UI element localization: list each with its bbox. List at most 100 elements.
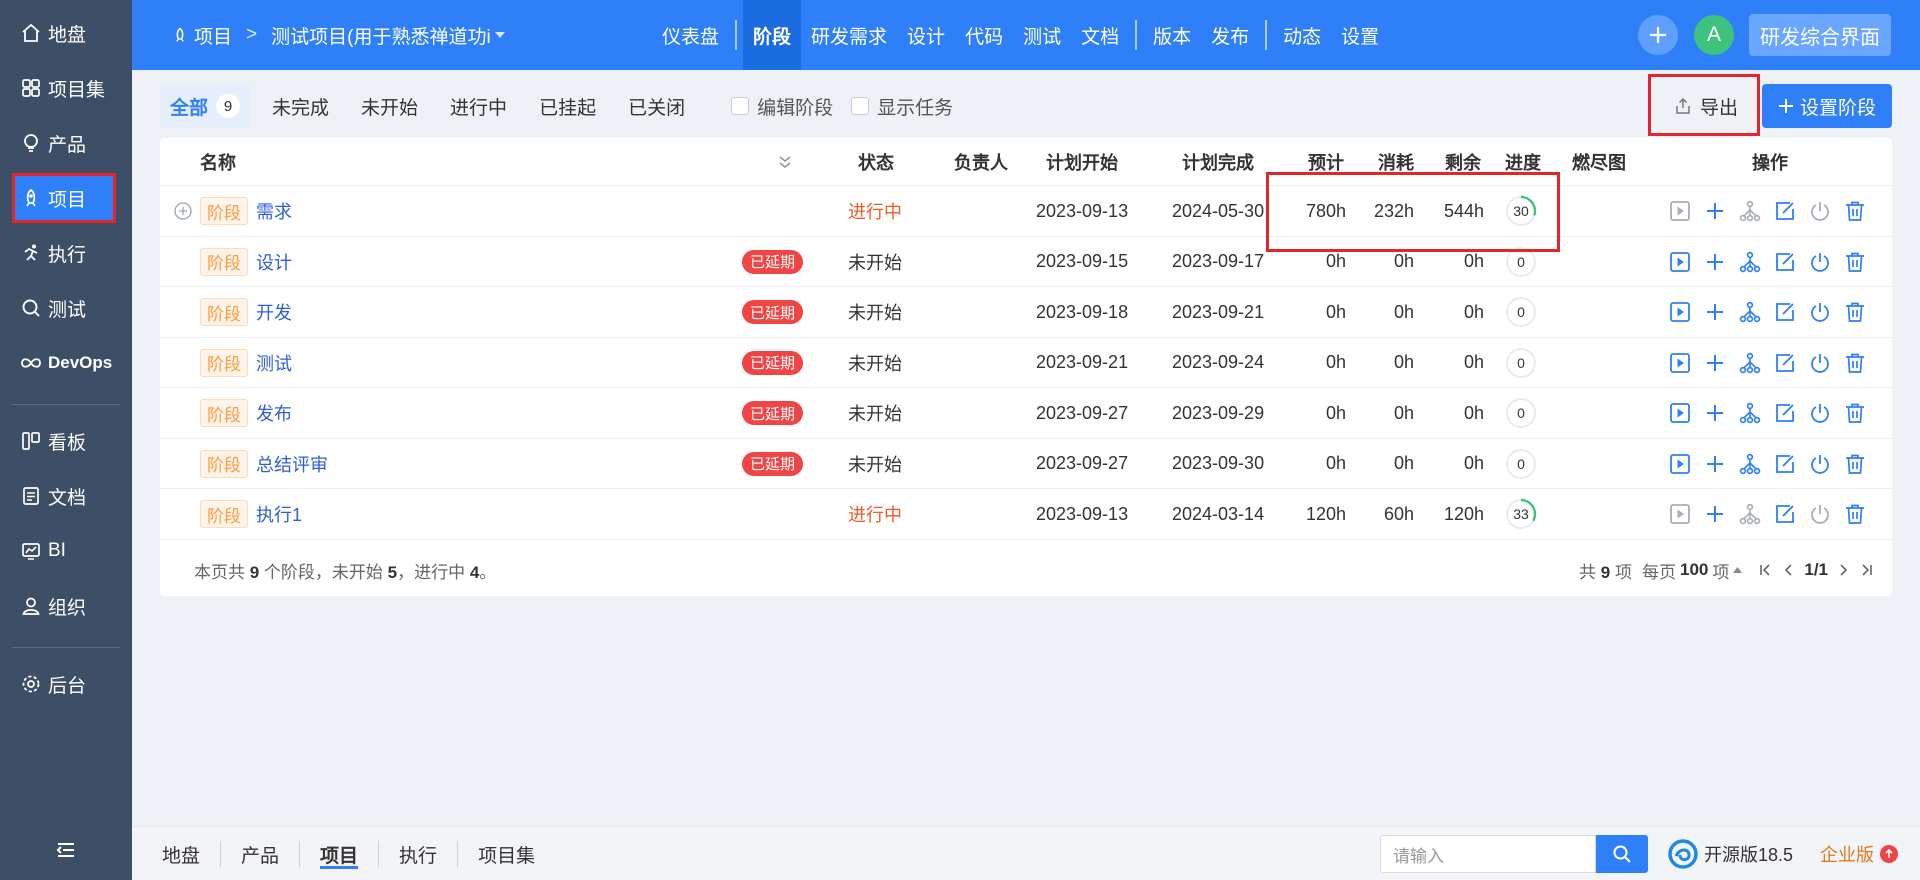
power-icon[interactable] xyxy=(1808,502,1832,526)
switch-view-button[interactable]: 研发综合界面 xyxy=(1749,14,1891,56)
col-status[interactable]: 状态 xyxy=(858,138,894,186)
delete-icon[interactable] xyxy=(1843,401,1867,425)
plus-icon[interactable] xyxy=(1703,502,1727,526)
edit-icon[interactable] xyxy=(1773,502,1797,526)
nav-test[interactable]: 测试 xyxy=(1013,0,1071,70)
start-icon[interactable] xyxy=(1668,300,1692,324)
last-page-icon[interactable] xyxy=(1860,563,1874,577)
sidebar-item-dashboard[interactable]: 地盘 xyxy=(12,10,116,56)
plus-icon[interactable] xyxy=(1703,401,1727,425)
nav-release[interactable]: 发布 xyxy=(1201,0,1259,70)
nav-dashboard[interactable]: 仪表盘 xyxy=(652,0,729,70)
delete-icon[interactable] xyxy=(1843,250,1867,274)
edit-icon[interactable] xyxy=(1773,199,1797,223)
power-icon[interactable] xyxy=(1808,401,1832,425)
edit-icon[interactable] xyxy=(1773,452,1797,476)
collapse-menu-icon[interactable] xyxy=(54,838,78,862)
nav-settings[interactable]: 设置 xyxy=(1331,0,1389,70)
nav-requirements[interactable]: 研发需求 xyxy=(801,0,897,70)
edit-stage-checkbox[interactable]: 编辑阶段 xyxy=(731,93,833,120)
sidebar-item-bi[interactable]: BI xyxy=(12,528,116,574)
edit-icon[interactable] xyxy=(1773,401,1797,425)
nav-doc[interactable]: 文档 xyxy=(1071,0,1129,70)
search-input[interactable]: 请输入 xyxy=(1380,835,1596,873)
col-name[interactable]: 名称 xyxy=(200,138,236,186)
col-plan-end[interactable]: 计划完成 xyxy=(1182,138,1254,186)
edit-icon[interactable] xyxy=(1773,351,1797,375)
upgrade-edition-link[interactable]: 企业版 xyxy=(1820,827,1898,880)
col-consumed[interactable]: 消耗 xyxy=(1378,138,1414,186)
plus-icon[interactable] xyxy=(1703,199,1727,223)
nav-dynamic[interactable]: 动态 xyxy=(1273,0,1331,70)
sidebar-item-devops[interactable]: DevOps xyxy=(12,340,116,386)
split-icon[interactable] xyxy=(1738,300,1762,324)
col-owner[interactable]: 负责人 xyxy=(954,138,1008,186)
sidebar-item-doc[interactable]: 文档 xyxy=(12,473,116,519)
split-icon[interactable] xyxy=(1738,351,1762,375)
quick-nav-execution[interactable]: 执行 xyxy=(379,827,457,880)
next-page-icon[interactable] xyxy=(1838,563,1850,577)
start-icon[interactable] xyxy=(1668,250,1692,274)
start-icon[interactable] xyxy=(1668,452,1692,476)
checkbox-box[interactable] xyxy=(851,97,870,115)
stage-name-link[interactable]: 需求 xyxy=(256,198,292,224)
create-button[interactable] xyxy=(1638,15,1678,55)
edit-icon[interactable] xyxy=(1773,300,1797,324)
split-icon[interactable] xyxy=(1738,502,1762,526)
quick-nav-project[interactable]: 项目 xyxy=(300,827,378,880)
stage-name-link[interactable]: 设计 xyxy=(256,249,292,275)
sidebar-item-org[interactable]: 组织 xyxy=(12,583,116,629)
sidebar-item-admin[interactable]: 后台 xyxy=(12,661,116,707)
col-progress[interactable]: 进度 xyxy=(1505,138,1541,186)
start-icon[interactable] xyxy=(1668,502,1692,526)
power-icon[interactable] xyxy=(1808,351,1832,375)
quick-nav-product[interactable]: 产品 xyxy=(221,827,299,880)
sidebar-item-project[interactable]: 项目 xyxy=(12,175,116,221)
quick-nav-program[interactable]: 项目集 xyxy=(458,827,555,880)
filter-tab-all[interactable]: 全部 9 xyxy=(160,84,251,128)
sidebar-item-test[interactable]: 测试 xyxy=(12,285,116,331)
breadcrumb-project-link[interactable]: 项目 xyxy=(194,22,232,49)
set-stage-button[interactable]: 设置阶段 xyxy=(1762,84,1892,128)
plus-icon[interactable] xyxy=(1703,300,1727,324)
quick-nav-dashboard[interactable]: 地盘 xyxy=(142,827,220,880)
plus-icon[interactable] xyxy=(1703,452,1727,476)
power-icon[interactable] xyxy=(1808,250,1832,274)
checkbox-box[interactable] xyxy=(731,97,750,115)
sidebar-item-kanban[interactable]: 看板 xyxy=(12,418,116,464)
delete-icon[interactable] xyxy=(1843,351,1867,375)
edit-icon[interactable] xyxy=(1773,250,1797,274)
nav-design[interactable]: 设计 xyxy=(897,0,955,70)
filter-tab-suspended[interactable]: 已挂起 xyxy=(529,84,606,128)
delete-icon[interactable] xyxy=(1843,502,1867,526)
stage-name-link[interactable]: 开发 xyxy=(256,299,292,325)
version-info[interactable]: 开源版18.5 xyxy=(1668,827,1793,880)
split-icon[interactable] xyxy=(1738,199,1762,223)
split-icon[interactable] xyxy=(1738,250,1762,274)
delete-icon[interactable] xyxy=(1843,199,1867,223)
filter-tab-undone[interactable]: 未完成 xyxy=(262,84,339,128)
nav-build[interactable]: 版本 xyxy=(1143,0,1201,70)
prev-page-icon[interactable] xyxy=(1782,563,1794,577)
show-task-checkbox[interactable]: 显示任务 xyxy=(851,93,953,120)
col-left[interactable]: 剩余 xyxy=(1445,138,1481,186)
delete-icon[interactable] xyxy=(1843,300,1867,324)
filter-tab-closed[interactable]: 已关闭 xyxy=(618,84,695,128)
col-estimate[interactable]: 预计 xyxy=(1308,138,1344,186)
filter-tab-doing[interactable]: 进行中 xyxy=(440,84,517,128)
col-plan-start[interactable]: 计划开始 xyxy=(1046,138,1118,186)
delete-icon[interactable] xyxy=(1843,452,1867,476)
split-icon[interactable] xyxy=(1738,452,1762,476)
collapse-all-icon[interactable] xyxy=(778,138,792,186)
export-button[interactable]: 导出 xyxy=(1654,84,1758,128)
power-icon[interactable] xyxy=(1808,199,1832,223)
sidebar-item-execution[interactable]: 执行 xyxy=(12,230,116,276)
sidebar-item-product[interactable]: 产品 xyxy=(12,120,116,166)
stage-name-link[interactable]: 发布 xyxy=(256,400,292,426)
project-switcher[interactable]: 测试项目(用于熟悉禅道功i xyxy=(271,22,505,49)
sidebar-item-program[interactable]: 项目集 xyxy=(12,65,116,111)
power-icon[interactable] xyxy=(1808,300,1832,324)
avatar[interactable]: A xyxy=(1694,15,1734,55)
start-icon[interactable] xyxy=(1668,351,1692,375)
first-page-icon[interactable] xyxy=(1758,563,1772,577)
